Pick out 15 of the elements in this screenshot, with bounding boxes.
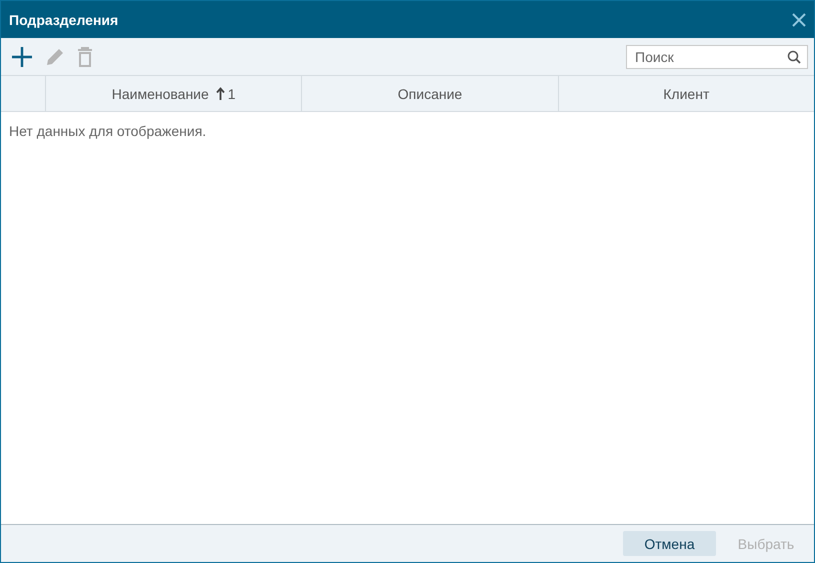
column-header[interactable]: Наименование 1 (45, 76, 302, 111)
search-icon (787, 50, 801, 64)
footer-button[interactable]: Отмена (623, 531, 716, 556)
column-title: Наименование (112, 86, 209, 102)
sort-arrow-icon (216, 87, 225, 100)
search-field[interactable]: Поиск (626, 44, 808, 68)
empty-message: Нет данных для отображения. (9, 123, 206, 139)
column-title: Клиент (663, 86, 710, 102)
sort-rank: 1 (228, 86, 236, 102)
column-header[interactable]: Клиент (558, 76, 814, 111)
window-title: Подразделения (9, 12, 118, 28)
column-title: Описание (398, 86, 462, 102)
close-icon[interactable] (792, 12, 806, 26)
add-icon[interactable] (11, 46, 33, 68)
column-header[interactable]: Описание (301, 76, 558, 111)
